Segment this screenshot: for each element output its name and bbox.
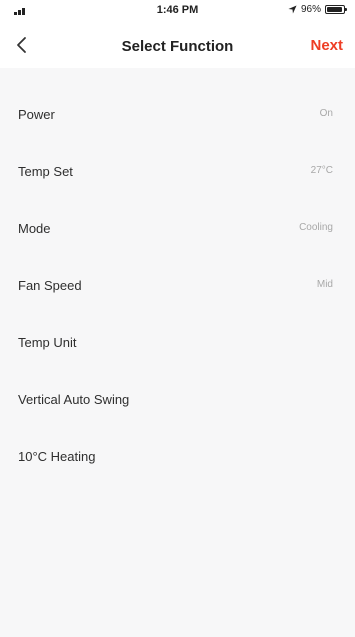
screen: 1:46 PM 96% Select Function Next Power O… bbox=[0, 0, 355, 637]
battery-percent: 96% bbox=[300, 4, 321, 15]
function-row-fan-speed[interactable]: Fan Speed Mid bbox=[0, 257, 355, 314]
function-row-power[interactable]: Power On bbox=[0, 86, 355, 143]
navigation-bar: Select Function Next bbox=[0, 24, 355, 68]
function-label: Fan Speed bbox=[18, 278, 82, 293]
function-row-10c-heating[interactable]: 10°C Heating bbox=[0, 428, 355, 485]
function-label: Temp Unit bbox=[18, 335, 77, 350]
function-row-vertical-auto-swing[interactable]: Vertical Auto Swing bbox=[0, 371, 355, 428]
status-right: 96% bbox=[288, 4, 347, 15]
function-value: On bbox=[319, 108, 333, 119]
function-row-temp-unit[interactable]: Temp Unit bbox=[0, 314, 355, 371]
function-label: Mode bbox=[18, 221, 51, 236]
function-label: Temp Set bbox=[18, 164, 73, 179]
next-button[interactable]: Next bbox=[310, 37, 343, 54]
function-label: Vertical Auto Swing bbox=[18, 392, 130, 407]
function-list: Power On Temp Set 27°C Mode Cooling Fan … bbox=[0, 86, 355, 485]
battery-icon bbox=[325, 5, 347, 14]
page-title: Select Function bbox=[121, 38, 234, 55]
function-value: Mid bbox=[316, 279, 333, 290]
function-label: Power bbox=[18, 107, 55, 122]
function-value: Cooling bbox=[299, 222, 333, 233]
function-value: 27°C bbox=[310, 165, 333, 176]
function-label: 10°C Heating bbox=[18, 449, 96, 464]
function-row-mode[interactable]: Mode Cooling bbox=[0, 200, 355, 257]
location-icon bbox=[288, 5, 297, 14]
function-row-temp-set[interactable]: Temp Set 27°C bbox=[0, 143, 355, 200]
status-bar: 1:46 PM 96% bbox=[0, 0, 355, 24]
